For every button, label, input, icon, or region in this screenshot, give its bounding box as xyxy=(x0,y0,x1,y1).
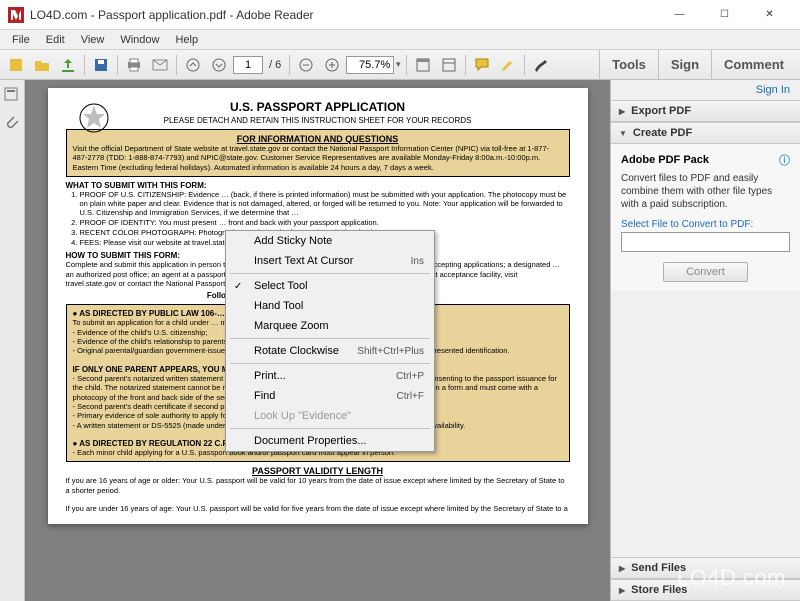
export-icon[interactable] xyxy=(56,53,80,77)
cm-add-sticky-note[interactable]: Add Sticky Note xyxy=(226,231,434,251)
context-menu: Add Sticky Note Insert Text At CursorIns… xyxy=(225,230,435,452)
pack-description: Convert files to PDF and easily combine … xyxy=(621,172,790,211)
zoom-dropdown-icon[interactable]: ▼ xyxy=(394,60,402,69)
cm-find[interactable]: FindCtrl+F xyxy=(226,386,434,406)
minimize-button[interactable]: — xyxy=(657,0,702,30)
list-item: PROOF OF U.S. CITIZENSHIP: Evidence … (b… xyxy=(80,190,570,217)
zoom-input[interactable] xyxy=(346,56,394,74)
page-total-label: / 6 xyxy=(265,59,285,71)
select-file-label: Select File to Convert to PDF: xyxy=(621,219,790,230)
cm-insert-text[interactable]: Insert Text At CursorIns xyxy=(226,251,434,271)
print-icon[interactable] xyxy=(122,53,146,77)
accordion-export-pdf[interactable]: ▶Export PDF xyxy=(611,100,800,122)
left-rail xyxy=(0,80,25,601)
doc-subtitle: PLEASE DETACH AND RETAIN THIS INSTRUCTIO… xyxy=(66,116,570,125)
thumbnails-icon[interactable] xyxy=(3,86,21,104)
validity-16-under: If you are under 16 years of age: Your U… xyxy=(66,504,570,513)
open-icon[interactable] xyxy=(30,53,54,77)
cm-marquee-zoom[interactable]: Marquee Zoom xyxy=(226,316,434,336)
info-box: FOR INFORMATION AND QUESTIONS Visit the … xyxy=(66,129,570,177)
cm-hand-tool[interactable]: Hand Tool xyxy=(226,296,434,316)
chevron-right-icon: ▶ xyxy=(619,564,625,573)
save-icon[interactable] xyxy=(89,53,113,77)
file-input[interactable] xyxy=(621,232,790,252)
read-mode-icon[interactable] xyxy=(411,53,435,77)
us-seal-icon xyxy=(78,102,110,134)
accordion-send-files[interactable]: ▶Send Files xyxy=(611,557,800,579)
menu-edit[interactable]: Edit xyxy=(38,32,73,48)
window-controls: — ☐ ✕ xyxy=(657,0,792,30)
view-mode-icon[interactable] xyxy=(437,53,461,77)
chevron-right-icon: ▶ xyxy=(619,107,625,116)
chevron-right-icon: ▶ xyxy=(619,586,625,595)
create-pdf-icon[interactable] xyxy=(4,53,28,77)
info-header: FOR INFORMATION AND QUESTIONS xyxy=(73,134,563,144)
chevron-down-icon: ▼ xyxy=(619,129,627,138)
menu-help[interactable]: Help xyxy=(167,32,206,48)
zoom-out-icon[interactable] xyxy=(294,53,318,77)
maximize-button[interactable]: ☐ xyxy=(702,0,747,30)
cm-rotate-clockwise[interactable]: Rotate ClockwiseShift+Ctrl+Plus xyxy=(226,341,434,361)
page-number-input[interactable] xyxy=(233,56,263,74)
window-title: LO4D.com - Passport application.pdf - Ad… xyxy=(30,8,657,22)
menu-view[interactable]: View xyxy=(73,32,113,48)
list-item: PROOF OF IDENTITY: You must present … fr… xyxy=(80,218,570,227)
cm-select-tool[interactable]: Select Tool xyxy=(226,276,434,296)
email-icon[interactable] xyxy=(148,53,172,77)
toolbar: / 6 ▼ Tools Sign Comment xyxy=(0,50,800,80)
menu-file[interactable]: File xyxy=(4,32,38,48)
cm-look-up: Look Up "Evidence" xyxy=(226,406,434,426)
cm-print[interactable]: Print...Ctrl+P xyxy=(226,366,434,386)
tab-sign[interactable]: Sign xyxy=(658,50,711,79)
what-submit-header: WHAT TO SUBMIT WITH THIS FORM: xyxy=(66,181,570,190)
doc-title: U.S. PASSPORT APPLICATION xyxy=(66,100,570,114)
info-body: Visit the official Department of State w… xyxy=(73,144,563,172)
titlebar: LO4D.com - Passport application.pdf - Ad… xyxy=(0,0,800,30)
create-pdf-body: Adobe PDF Pack ⓘ Convert files to PDF an… xyxy=(611,144,800,290)
sign-pen-icon[interactable] xyxy=(529,53,553,77)
convert-button[interactable]: Convert xyxy=(663,262,748,282)
validity-header: PASSPORT VALIDITY LENGTH xyxy=(66,466,570,476)
zoom-in-icon[interactable] xyxy=(320,53,344,77)
page-down-icon[interactable] xyxy=(207,53,231,77)
sign-in-link[interactable]: Sign In xyxy=(611,80,800,100)
accordion-store-files[interactable]: ▶Store Files xyxy=(611,579,800,601)
highlight-icon[interactable] xyxy=(496,53,520,77)
menubar: File Edit View Window Help xyxy=(0,30,800,50)
tab-comment[interactable]: Comment xyxy=(711,50,796,79)
help-icon[interactable]: ⓘ xyxy=(779,152,790,168)
cm-document-properties[interactable]: Document Properties... xyxy=(226,431,434,451)
pack-title: Adobe PDF Pack ⓘ xyxy=(621,152,790,168)
app-icon xyxy=(8,7,24,23)
validity-16-over: If you are 16 years of age or older: You… xyxy=(66,476,570,495)
attachments-icon[interactable] xyxy=(3,114,21,132)
page-up-icon[interactable] xyxy=(181,53,205,77)
right-panel: Sign In ▶Export PDF ▼Create PDF Adobe PD… xyxy=(610,80,800,601)
close-button[interactable]: ✕ xyxy=(747,0,792,30)
menu-window[interactable]: Window xyxy=(112,32,167,48)
comment-bubble-icon[interactable] xyxy=(470,53,494,77)
accordion-create-pdf[interactable]: ▼Create PDF xyxy=(611,122,800,144)
tab-tools[interactable]: Tools xyxy=(599,50,658,79)
